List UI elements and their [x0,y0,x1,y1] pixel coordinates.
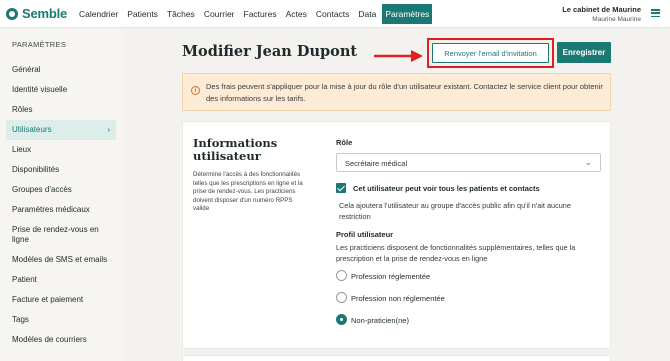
role-select-value: Secrétaire médical [345,159,408,168]
cabinet-name: Le cabinet de Maurine [562,5,641,14]
semble-logo[interactable]: Semble [6,6,67,21]
nav-item-parametres[interactable]: Paramètres [382,4,433,24]
sidebar-item-modeles-courriers[interactable]: Modèles de courriers [6,330,116,350]
sidebar-title: PARAMÈTRES [12,40,67,49]
role-select[interactable]: Secrétaire médical ⌄ [336,153,601,172]
sidebar-item-groupes-acces[interactable]: Groupes d'accès [6,180,116,200]
sidebar-item-patient[interactable]: Patient [6,270,116,290]
nav-item-actes[interactable]: Actes [283,4,310,24]
nav-item-factures[interactable]: Factures [241,4,280,24]
radio-label-profession-reglementee: Profession réglementée [351,272,431,281]
resend-invitation-button[interactable]: Renvoyer l'email d'invitation [432,43,549,63]
sidebar-item-parametres-medicaux[interactable]: Paramètres médicaux [6,200,116,220]
chevron-down-icon: ⌄ [584,157,592,167]
radio-non-praticien[interactable] [336,314,347,325]
settings-sidebar: PARAMÈTRES Général Identité visuelle Rôl… [0,29,123,361]
sidebar-item-label: Utilisateurs [12,125,52,134]
sidebar-list: Général Identité visuelle Rôles Utilisat… [6,60,116,350]
alert-text: Des frais peuvent s'appliquer pour la mi… [206,82,603,103]
radio-profession-non-reglementee[interactable] [336,292,347,303]
hamburger-menu-icon[interactable] [651,9,660,18]
role-label: Rôle [336,138,353,147]
user-name: Maurine Maurine [592,16,641,23]
main-content: Modifier Jean Dupont Renvoyer l'email d'… [123,29,670,361]
radio-profession-reglementee[interactable] [336,270,347,281]
user-info-card: Informations utilisateur Détermine l'acc… [182,121,611,349]
next-section-card [182,355,611,361]
nav-item-contacts[interactable]: Contacts [313,4,353,24]
see-all-patients-label: Cet utilisateur peut voir tous les patie… [353,184,540,193]
top-navbar: Semble Calendrier Patients Tâches Courri… [0,0,670,28]
fees-alert: i Des frais peuvent s'appliquer pour la … [182,73,611,111]
info-icon: i [191,86,200,95]
red-arrow-annotation-icon [374,50,423,62]
section-title: Informations utilisateur [193,136,278,163]
sidebar-item-utilisateurs[interactable]: Utilisateurs › [6,120,116,140]
nav-item-data[interactable]: Data [355,4,379,24]
main-nav: Calendrier Patients Tâches Courrier Fact… [76,4,435,24]
sidebar-item-modeles-sms[interactable]: Modèles de SMS et emails [6,250,116,270]
semble-logo-icon [6,7,18,20]
nav-item-courrier[interactable]: Courrier [201,4,238,24]
app-name: Semble [22,6,68,21]
sidebar-item-disponibilites[interactable]: Disponibilités [6,160,116,180]
nav-item-calendrier[interactable]: Calendrier [76,4,121,24]
sidebar-item-facture[interactable]: Facture et paiement [6,290,116,310]
sidebar-item-lieux[interactable]: Lieux [6,140,116,160]
page-title: Modifier Jean Dupont [182,43,358,60]
nav-item-patients[interactable]: Patients [124,4,161,24]
sidebar-item-general[interactable]: Général [6,60,116,80]
profile-label: Profil utilisateur [336,230,394,239]
chevron-right-icon: › [107,125,110,134]
see-all-patients-help: Cela ajoutera l'utilisateur au groupe d'… [339,201,571,221]
profile-help: Les practiciens disposent de fonctionnal… [336,243,576,263]
nav-item-taches[interactable]: Tâches [164,4,198,24]
see-all-patients-checkbox[interactable] [336,183,346,193]
radio-label-profession-non-reglementee: Profession non réglementée [351,294,445,303]
sidebar-item-roles[interactable]: Rôles [6,100,116,120]
account-switcher[interactable]: Le cabinet de Maurine Maurine Maurine [562,5,641,23]
section-description: Détermine l'accès à des fonctionnalités … [193,171,303,213]
radio-label-non-praticien: Non-praticien(ne) [351,316,409,325]
sidebar-item-prise-rdv[interactable]: Prise de rendez-vous en ligne [6,220,116,250]
save-button[interactable]: Enregistrer [557,42,611,63]
sidebar-item-tags[interactable]: Tags [6,310,116,330]
sidebar-item-identite-visuelle[interactable]: Identité visuelle [6,80,116,100]
